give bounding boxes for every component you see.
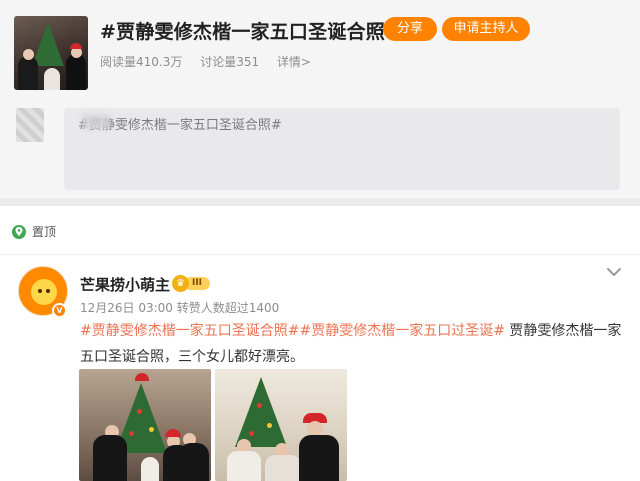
author-name[interactable]: 芒果捞小萌主 — [80, 274, 170, 295]
topic-header: #贾静雯修杰楷一家五口圣诞合照# 分享 申请主持人 阅读量410.3万 讨论量3… — [0, 0, 640, 198]
topic-cover-image[interactable] — [14, 16, 88, 90]
verified-badge-icon: V — [52, 303, 67, 318]
compose-input[interactable]: #贾静雯修杰楷一家五口圣诞合照# — [64, 108, 620, 190]
post-meta: 12月26日 03:00 转赞人数超过1400 — [80, 301, 280, 315]
discussion-count: 讨论量351 — [200, 55, 260, 69]
post-text: #贾静雯修杰楷一家五口圣诞合照##贾静雯修杰楷一家五口过圣诞# 贾静雯修杰楷一家… — [80, 318, 628, 370]
crown-icon: ♛ — [172, 275, 189, 292]
chevron-down-icon[interactable] — [606, 264, 622, 278]
post-card: 置顶 V 芒果捞小萌主 III ♛ 12月26日 03:00 转赞人数超过140… — [0, 206, 640, 481]
topic-stats: 阅读量410.3万 讨论量351 详情> — [100, 53, 325, 70]
share-button[interactable]: 分享 — [383, 17, 437, 41]
details-link[interactable]: 详情> — [277, 55, 311, 69]
blurred-overlay — [82, 115, 110, 129]
member-level-badge[interactable]: III ♛ — [172, 275, 210, 292]
post-image[interactable] — [79, 369, 211, 481]
read-count: 阅读量410.3万 — [100, 55, 183, 69]
section-divider — [0, 198, 640, 206]
hashtag-link[interactable]: #贾静雯修杰楷一家五口圣诞合照# — [80, 323, 299, 339]
topic-title: #贾静雯修杰楷一家五口圣诞合照# — [100, 21, 402, 43]
cover-tree-shape — [32, 22, 64, 66]
pin-icon — [12, 224, 26, 239]
post-image[interactable] — [215, 369, 347, 481]
hashtag-link[interactable]: #贾静雯修杰楷一家五口过圣诞# — [299, 323, 504, 339]
composer-avatar — [16, 108, 44, 142]
pinned-label: 置顶 — [32, 225, 57, 239]
apply-host-button[interactable]: 申请主持人 — [442, 17, 530, 41]
pinned-row: 置顶 — [12, 223, 56, 240]
card-divider — [0, 254, 640, 255]
weibo-topic-page: #贾静雯修杰楷一家五口圣诞合照# 分享 申请主持人 阅读量410.3万 讨论量3… — [0, 0, 640, 481]
